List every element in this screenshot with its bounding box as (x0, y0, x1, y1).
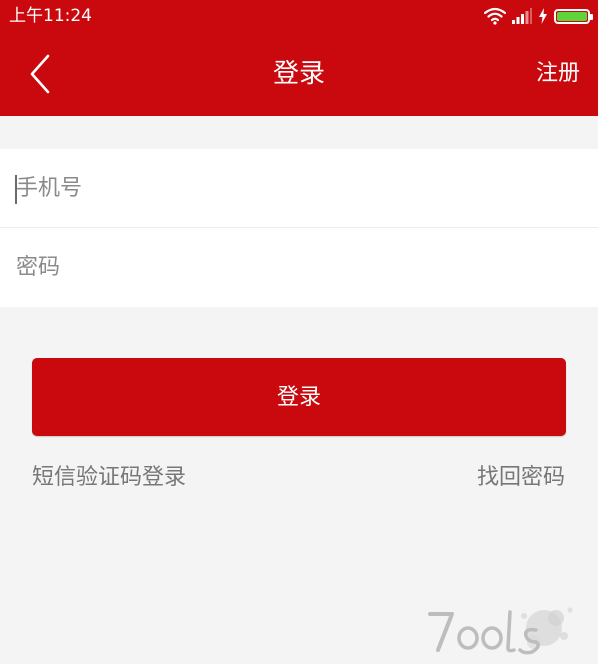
forgot-password-link[interactable]: 找回密码 (477, 464, 565, 492)
battery-icon (554, 8, 593, 24)
back-button[interactable] (18, 50, 62, 98)
app-header: 上午11:24 登录 注册 (0, 0, 598, 116)
phone-row (0, 149, 598, 228)
login-form (0, 149, 598, 307)
nav-bar: 登录 注册 (0, 32, 598, 116)
password-input[interactable] (16, 228, 576, 307)
status-icons (484, 6, 593, 26)
status-bar: 上午11:24 (0, 0, 598, 32)
login-button[interactable]: 登录 (32, 358, 566, 436)
chevron-left-icon (18, 54, 62, 102)
password-row (0, 228, 598, 307)
wifi-icon (484, 7, 506, 25)
status-time: 上午11:24 (9, 6, 92, 26)
sms-login-link[interactable]: 短信验证码登录 (32, 464, 186, 492)
charging-icon (538, 8, 548, 24)
phone-input[interactable] (16, 149, 576, 228)
register-button[interactable]: 注册 (536, 60, 580, 88)
page-title: 登录 (272, 59, 325, 89)
battery-level (557, 11, 587, 21)
signal-icon (512, 8, 532, 24)
tools-watermark-logo (424, 600, 584, 660)
